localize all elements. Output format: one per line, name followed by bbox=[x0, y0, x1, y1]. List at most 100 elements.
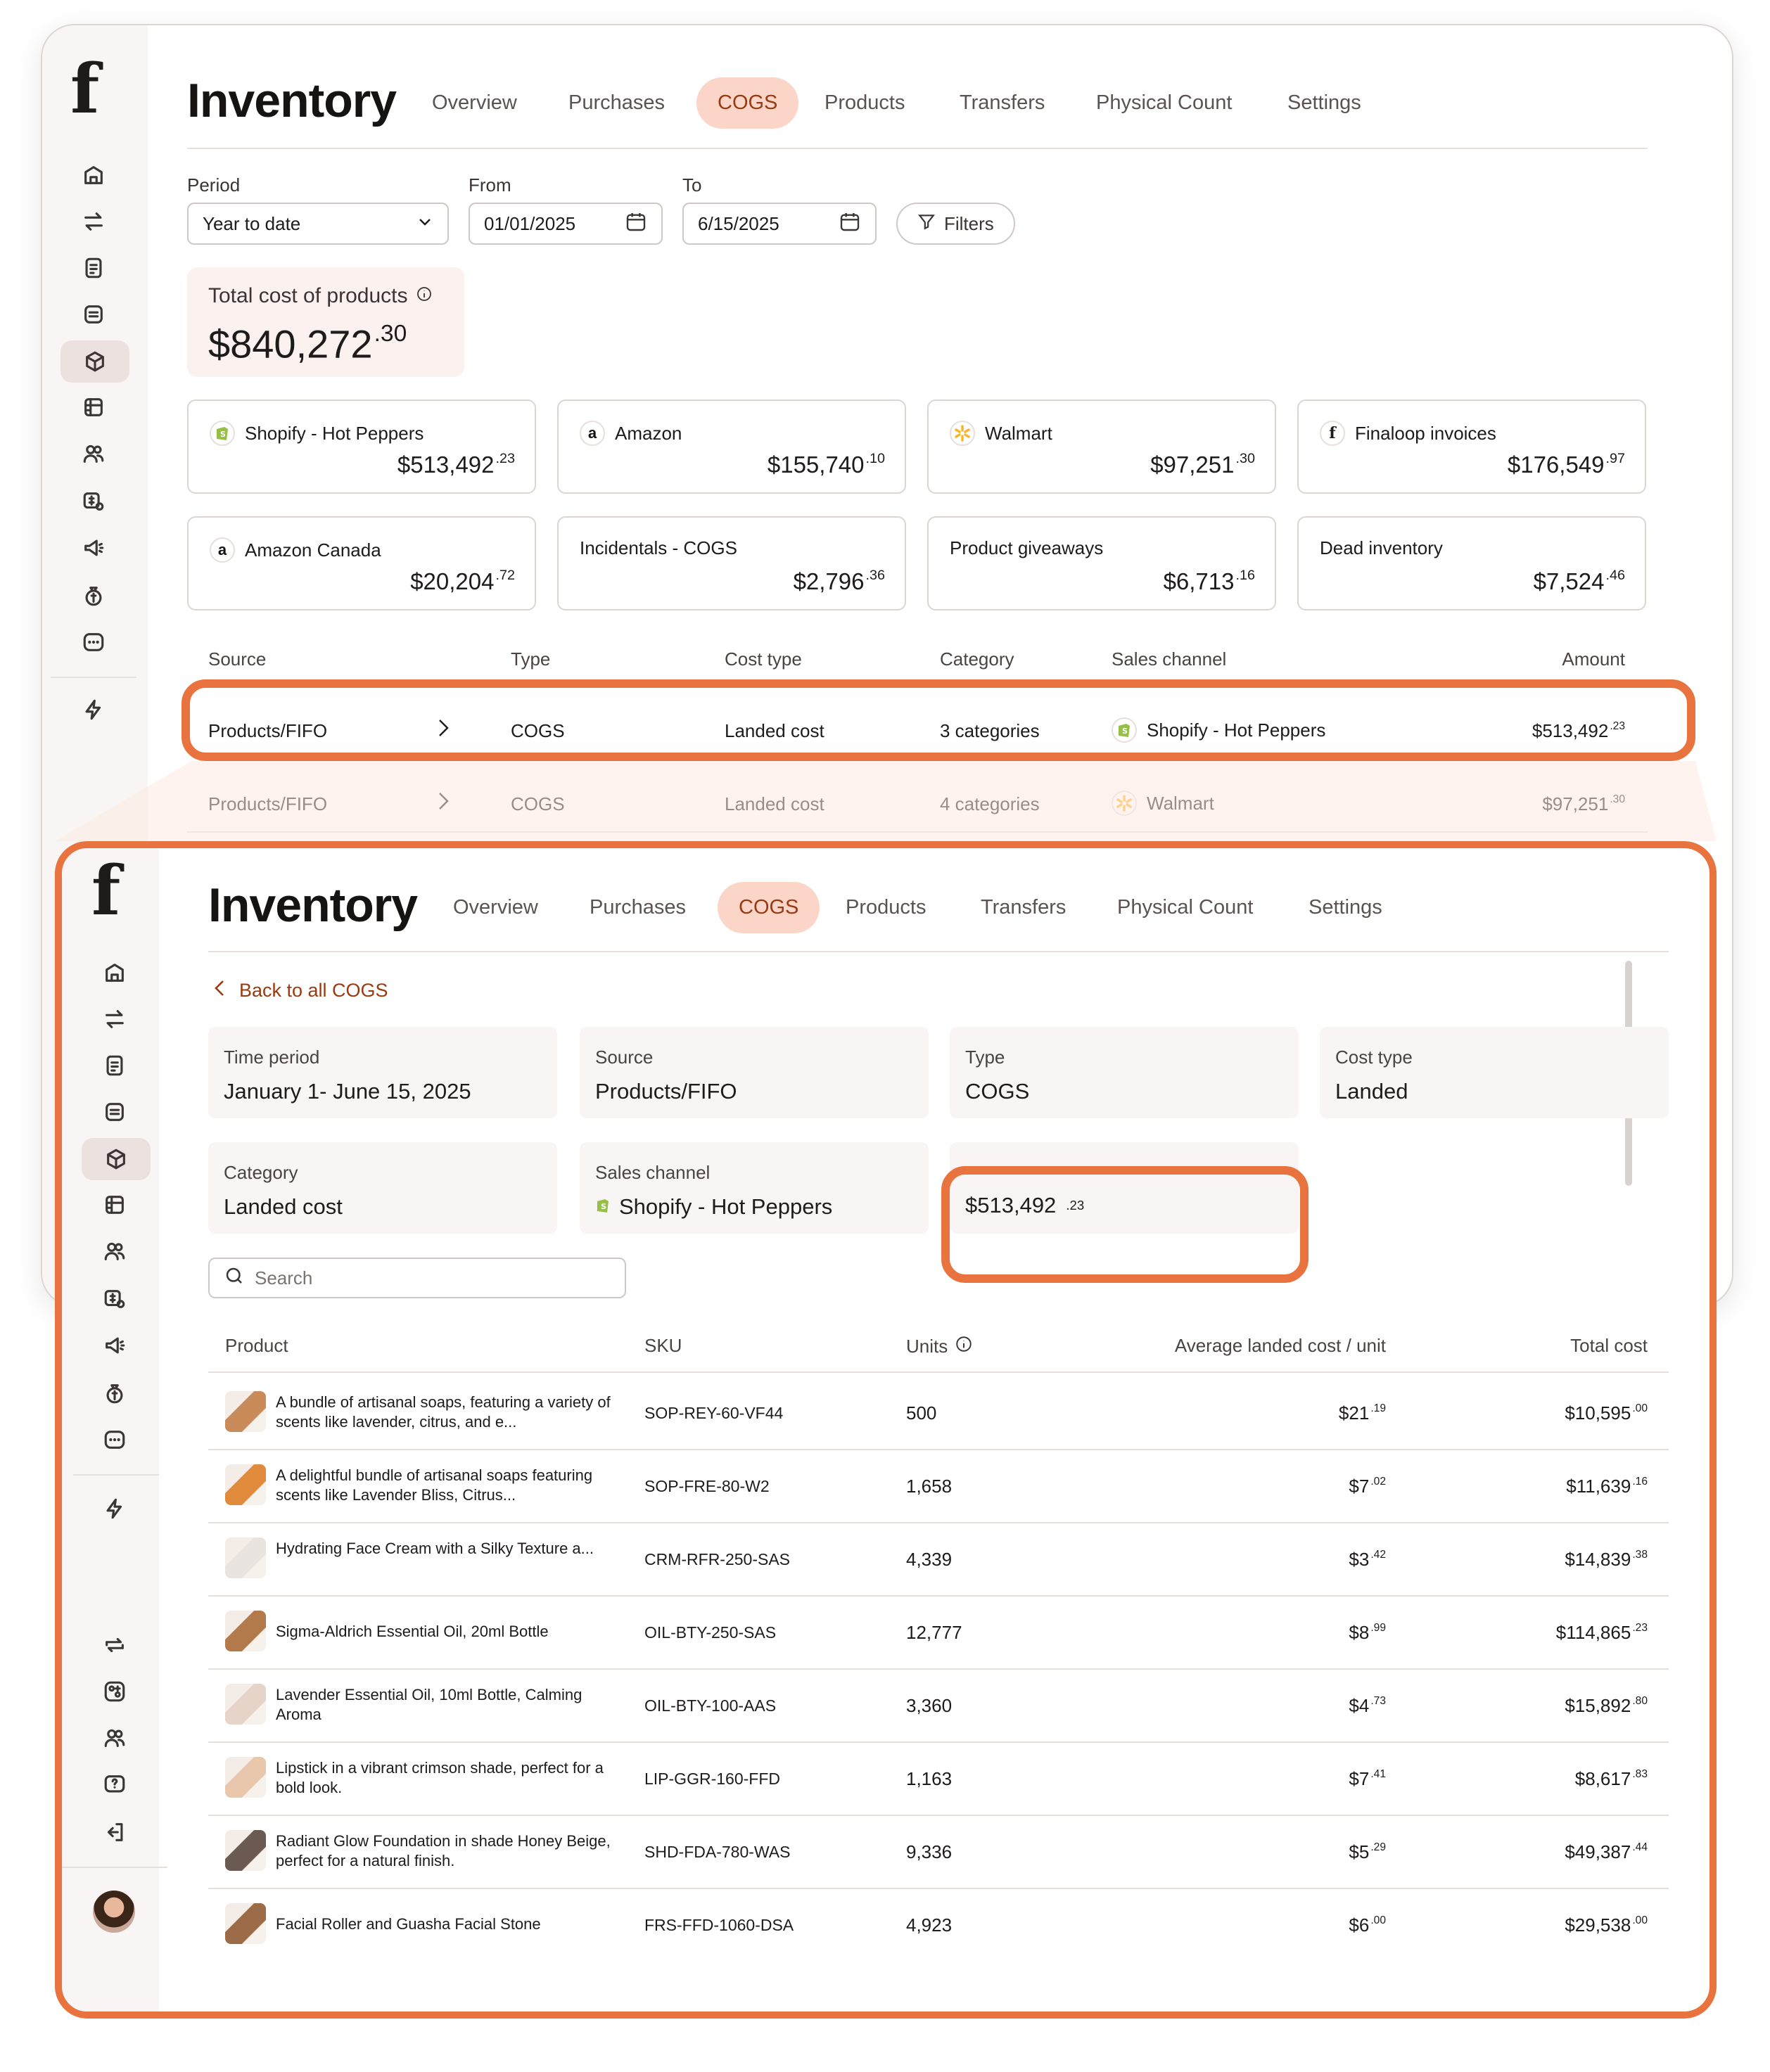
column-header[interactable]: SKU bbox=[644, 1335, 682, 1357]
tab-settings[interactable]: Settings bbox=[1287, 91, 1361, 115]
search-icon bbox=[224, 1265, 245, 1291]
avatar[interactable] bbox=[93, 1891, 135, 1933]
help-icon[interactable] bbox=[101, 1771, 128, 1798]
product-thumbnail bbox=[225, 1537, 266, 1578]
customer-money-icon[interactable] bbox=[101, 1286, 128, 1312]
logout-icon[interactable] bbox=[101, 1819, 128, 1846]
transfer-icon[interactable] bbox=[80, 208, 107, 235]
tab-cogs[interactable]: COGS bbox=[696, 77, 799, 129]
tab-purchases[interactable]: Purchases bbox=[590, 896, 686, 919]
row-divider bbox=[208, 1371, 1669, 1373]
info-card-category: Category Landed cost bbox=[208, 1142, 557, 1234]
units-header-label: Units bbox=[906, 1336, 948, 1357]
info-card-value: Products/FIFO bbox=[595, 1079, 737, 1104]
column-header[interactable]: Average landed cost / unit bbox=[1175, 1335, 1386, 1357]
sidebar-divider bbox=[73, 1474, 159, 1476]
tab-cogs[interactable]: COGS bbox=[718, 882, 820, 933]
users-icon[interactable] bbox=[101, 1238, 128, 1265]
store-icon[interactable] bbox=[80, 394, 107, 421]
tab-overview[interactable]: Overview bbox=[432, 91, 517, 115]
box-icon[interactable] bbox=[61, 340, 129, 383]
product-thumbnail bbox=[225, 1464, 266, 1505]
info-card-label: Cost type bbox=[1335, 1047, 1413, 1068]
header-divider bbox=[208, 951, 1669, 952]
info-card-label: Category bbox=[224, 1162, 298, 1183]
info-card-value: S Shopify - Hot Peppers bbox=[595, 1194, 832, 1220]
product-total-cost: $114,865.23 bbox=[1555, 1622, 1648, 1643]
product-sku: LIP-GGR-160-FFD bbox=[644, 1770, 780, 1788]
clipboard-icon[interactable] bbox=[80, 255, 107, 281]
chat-icon[interactable] bbox=[101, 1426, 128, 1453]
info-card-value-text: COGS bbox=[965, 1079, 1030, 1104]
product-average-cost: $7.02 bbox=[1349, 1476, 1386, 1497]
product-units: 12,777 bbox=[906, 1622, 962, 1643]
chat-icon[interactable] bbox=[80, 629, 107, 656]
transfer-icon[interactable] bbox=[101, 1006, 128, 1032]
info-card-label: Source bbox=[595, 1047, 654, 1068]
search-input[interactable]: Search bbox=[208, 1258, 626, 1298]
home-icon[interactable] bbox=[80, 162, 107, 188]
info-card-value: January 1- June 15, 2025 bbox=[224, 1079, 471, 1104]
team-icon[interactable] bbox=[101, 1725, 128, 1751]
list-icon[interactable] bbox=[101, 1099, 128, 1125]
product-sku: OIL-BTY-250-SAS bbox=[644, 1623, 777, 1642]
clipboard-icon[interactable] bbox=[101, 1052, 128, 1079]
tab-purchases[interactable]: Purchases bbox=[568, 91, 665, 115]
product-name: Hydrating Face Cream with a Silky Textur… bbox=[276, 1540, 594, 1557]
tab-products[interactable]: Products bbox=[846, 896, 926, 919]
product-name: A bundle of artisanal soaps, featuring a… bbox=[276, 1393, 611, 1431]
product-total-cost: $8,617.83 bbox=[1574, 1768, 1648, 1789]
tab-transfers[interactable]: Transfers bbox=[960, 91, 1045, 115]
product-sku: CRM-RFR-250-SAS bbox=[644, 1550, 791, 1568]
product-name: A delightful bundle of artisanal soaps f… bbox=[276, 1466, 593, 1504]
product-units: 500 bbox=[906, 1402, 937, 1424]
column-header[interactable]: Units bbox=[906, 1335, 973, 1358]
bolt-icon[interactable] bbox=[80, 696, 107, 723]
product-total-cost: $29,538.00 bbox=[1565, 1914, 1648, 1936]
bolt-icon[interactable] bbox=[101, 1495, 128, 1522]
tab-products[interactable]: Products bbox=[824, 91, 905, 115]
product-average-cost: $8.99 bbox=[1349, 1622, 1386, 1643]
tab-physical-count[interactable]: Physical Count bbox=[1096, 91, 1232, 115]
megaphone-icon[interactable] bbox=[101, 1332, 128, 1359]
box-icon[interactable] bbox=[82, 1138, 151, 1180]
info-card-source: Source Products/FIFO bbox=[580, 1027, 929, 1118]
info-card-value-text: January 1- June 15, 2025 bbox=[224, 1079, 471, 1104]
tab-transfers[interactable]: Transfers bbox=[981, 896, 1066, 919]
list-icon[interactable] bbox=[80, 301, 107, 328]
customer-money-icon[interactable] bbox=[80, 488, 107, 515]
finaloop-logo[interactable]: f bbox=[91, 851, 120, 931]
product-total-cost: $15,892.80 bbox=[1565, 1695, 1648, 1716]
info-card-value: COGS bbox=[965, 1079, 1029, 1104]
store-icon[interactable] bbox=[101, 1191, 128, 1218]
tab-physical-count[interactable]: Physical Count bbox=[1117, 896, 1253, 919]
info-card-value-text: Products/FIFO bbox=[595, 1079, 737, 1104]
home-icon[interactable] bbox=[101, 959, 128, 986]
money-bag-icon[interactable] bbox=[80, 582, 107, 609]
product-thumbnail bbox=[225, 1684, 266, 1725]
megaphone-icon[interactable] bbox=[80, 535, 107, 561]
column-header[interactable]: Product bbox=[225, 1335, 288, 1357]
product-name: Sigma-Aldrich Essential Oil, 20ml Bottle bbox=[276, 1623, 549, 1640]
money-bag-icon[interactable] bbox=[101, 1380, 128, 1407]
chevron-left-icon bbox=[212, 979, 228, 1002]
search-placeholder: Search bbox=[255, 1267, 313, 1288]
tab-overview[interactable]: Overview bbox=[453, 896, 538, 919]
product-sku: OIL-BTY-100-AAS bbox=[644, 1696, 777, 1715]
column-header[interactable]: Total cost bbox=[1570, 1335, 1648, 1357]
back-link[interactable]: Back to all COGS bbox=[212, 979, 388, 1002]
product-units: 9,336 bbox=[906, 1841, 953, 1862]
tab-settings[interactable]: Settings bbox=[1309, 896, 1382, 919]
info-card-label: Sales channel bbox=[595, 1162, 711, 1183]
info-card-label: Type bbox=[965, 1047, 1005, 1068]
info-card-cost-type: Cost type Landed bbox=[1320, 1027, 1669, 1118]
product-average-cost: $5.29 bbox=[1349, 1841, 1386, 1862]
info-card-type: Type COGS bbox=[950, 1027, 1299, 1118]
apps-icon[interactable] bbox=[101, 1678, 128, 1705]
product-average-cost: $7.41 bbox=[1349, 1768, 1386, 1789]
product-thumbnail bbox=[225, 1830, 266, 1871]
info-card-value: Landed cost bbox=[224, 1194, 343, 1220]
users-icon[interactable] bbox=[80, 440, 107, 467]
sync-icon[interactable] bbox=[101, 1632, 128, 1658]
info-icon[interactable] bbox=[955, 1335, 973, 1358]
